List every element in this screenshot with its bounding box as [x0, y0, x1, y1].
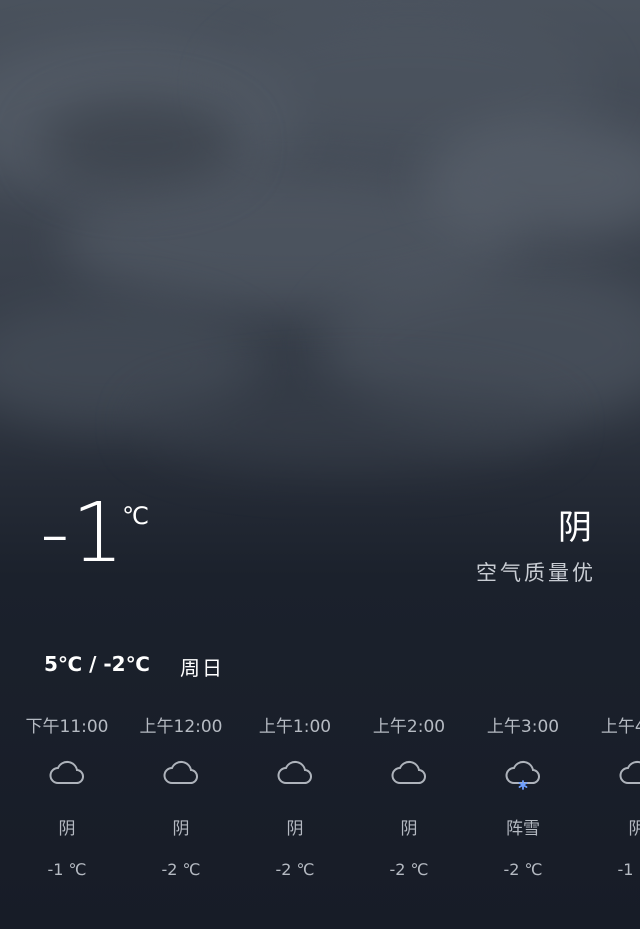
cloudy-sky-background: [0, 0, 640, 520]
cloud-icon: [163, 760, 198, 784]
hourly-item: 上午12:00 阴 -2 ℃: [124, 708, 238, 898]
hourly-condition: 阴: [172, 819, 190, 839]
hourly-time: 下午11:00: [25, 717, 109, 737]
cloud-icon: [619, 760, 640, 784]
hourly-temperature: -2 ℃: [161, 860, 201, 879]
hourly-time: 上午4:00: [600, 717, 640, 737]
hourly-condition: 阴: [286, 819, 304, 839]
hourly-item: 上午4:00 阴 -1 ℃: [580, 708, 640, 898]
hourly-item: 上午3:00 阵雪 -2 ℃: [466, 708, 580, 898]
temperature-unit: ℃: [122, 502, 149, 530]
hourly-temperature: -1 ℃: [47, 860, 87, 879]
cloud-icon: [277, 760, 312, 784]
current-temperature: -1: [40, 486, 126, 581]
hourly-temperature: -2 ℃: [275, 860, 315, 879]
hourly-time: 上午12:00: [139, 717, 223, 737]
hourly-time: 上午2:00: [372, 717, 446, 737]
cloud-icon: [49, 760, 84, 784]
hourly-condition: 阴: [58, 819, 76, 839]
today-temperature-range: 5℃ / -2℃: [44, 652, 150, 676]
air-quality-label[interactable]: 空气质量优: [476, 557, 596, 587]
hourly-item: 下午11:00 阴 -1 ℃: [10, 708, 124, 898]
hourly-item: 上午2:00 阴 -2 ℃: [352, 708, 466, 898]
hourly-time: 上午3:00: [486, 717, 560, 737]
cloud-icon: [391, 760, 426, 784]
hourly-temperature: -2 ℃: [503, 860, 543, 879]
today-weekday: 周日: [180, 656, 224, 680]
hourly-temperature: -2 ℃: [389, 860, 429, 879]
hourly-temperature: -1 ℃: [617, 860, 640, 879]
hourly-item: 上午1:00 阴 -2 ℃: [238, 708, 352, 898]
weather-screen: -1 ℃ 阴 空气质量优 5℃ / -2℃ 周日 下午11:00 阴 -1 ℃ …: [0, 0, 640, 929]
hourly-condition: 阵雪: [506, 819, 540, 839]
hourly-condition: 阴: [628, 819, 640, 839]
hourly-time: 上午1:00: [258, 717, 332, 737]
hourly-forecast[interactable]: 下午11:00 阴 -1 ℃ 上午12:00 阴 -2 ℃ 上午1:00 阴 -…: [0, 708, 640, 908]
hourly-condition: 阴: [400, 819, 418, 839]
snow-cloud-icon: [505, 760, 540, 790]
current-condition: 阴: [558, 508, 592, 548]
